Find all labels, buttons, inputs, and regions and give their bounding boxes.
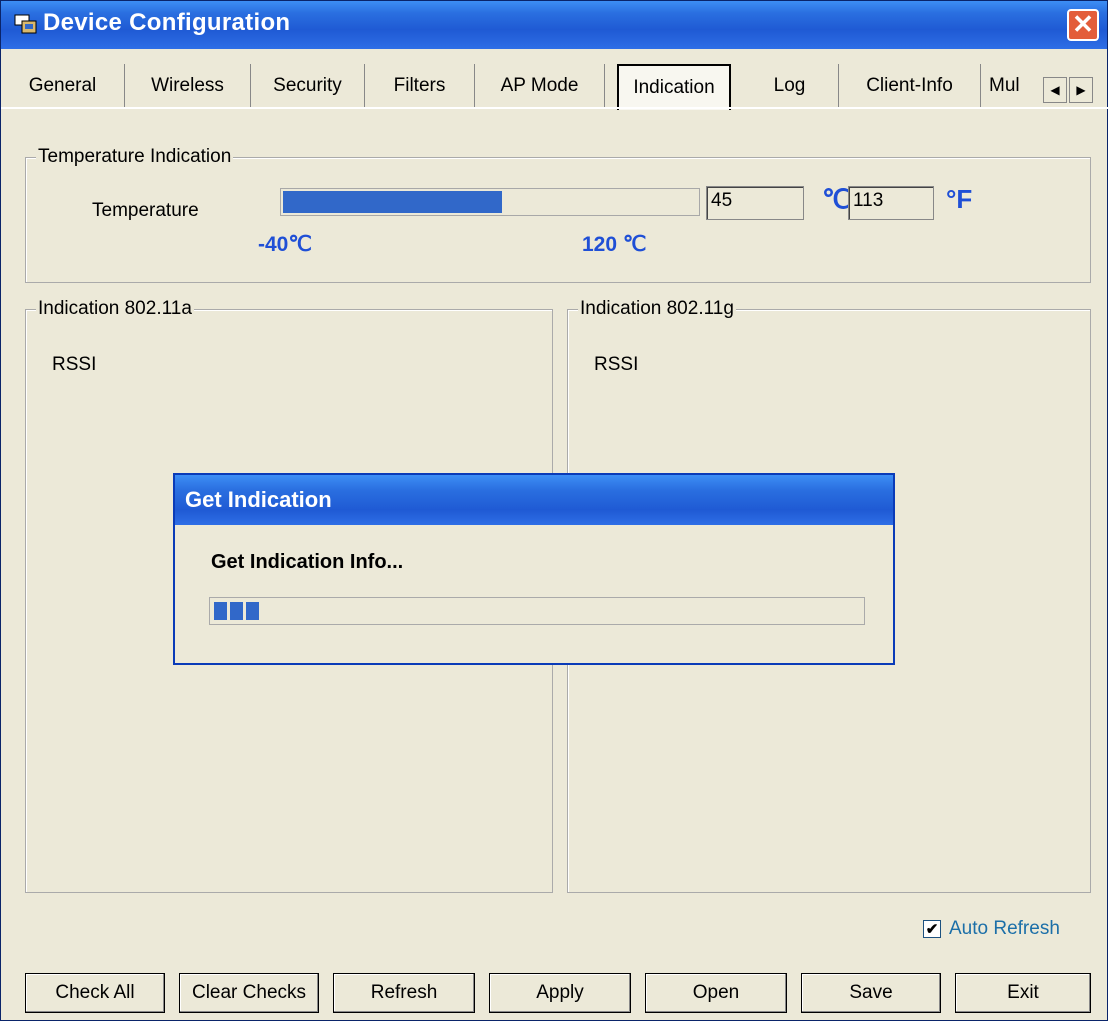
group-label: Indication 802.11g [578,298,736,320]
temperature-label: Temperature [92,200,199,221]
tab-multi[interactable]: Mul [981,64,1043,108]
open-button[interactable]: Open [645,973,787,1013]
dialog-body: Get Indication Info... [175,525,893,663]
dialog-title-bar: Get Indication [175,475,893,525]
arrow-right-icon: ▶ [1076,83,1086,97]
apply-button[interactable]: Apply [489,973,631,1013]
app-icon [14,14,37,34]
tab-indication[interactable]: Indication [617,64,731,110]
progress-segment [214,602,227,620]
progress-segment [230,602,243,620]
temperature-bar-fill [283,191,502,213]
check-all-button[interactable]: Check All [25,973,165,1013]
tab-scroll-left-button[interactable]: ◀ [1043,77,1067,103]
fahrenheit-field[interactable]: 113 [848,186,934,220]
tab-wireless[interactable]: Wireless [125,64,251,108]
tab-scroll-controls: ◀ ▶ [1043,77,1095,103]
dialog-message: Get Indication Info... [211,551,404,573]
close-icon: ✕ [1072,9,1094,39]
checkbox-checked-icon[interactable]: ✔ [923,920,941,938]
celsius-field[interactable]: 45 [706,186,804,220]
tab-general[interactable]: General [1,64,125,108]
dialog-progress-bar [209,597,865,625]
rssi-label: RSSI [594,354,639,375]
close-button[interactable]: ✕ [1067,9,1099,41]
tab-security[interactable]: Security [251,64,365,108]
tab-scroll-right-button[interactable]: ▶ [1069,77,1093,103]
group-label: Temperature Indication [36,146,234,168]
tab-log[interactable]: Log [741,64,839,108]
auto-refresh-checkbox[interactable]: ✔ Auto Refresh [923,918,1060,940]
exit-button[interactable]: Exit [955,973,1091,1013]
device-configuration-window: Device Configuration ✕ General Wireless … [0,0,1108,1021]
tab-client-info[interactable]: Client-Info [839,64,981,108]
refresh-button[interactable]: Refresh [333,973,475,1013]
tab-filters[interactable]: Filters [365,64,475,108]
temperature-bar [280,188,700,216]
temperature-max-label: 120 ℃ [582,233,647,256]
rssi-label: RSSI [52,354,97,375]
dialog-title: Get Indication [185,487,332,512]
get-indication-dialog: Get Indication Get Indication Info... [173,473,895,665]
tab-divider [1,107,1108,109]
temperature-indication-group: Temperature Indication Temperature -40℃ … [25,146,1091,283]
progress-segment [246,602,259,620]
clear-checks-button[interactable]: Clear Checks [179,973,319,1013]
tab-ap-mode[interactable]: AP Mode [475,64,605,108]
tab-strip: General Wireless Security Filters AP Mod… [1,64,1108,110]
arrow-left-icon: ◀ [1050,83,1060,97]
save-button[interactable]: Save [801,973,941,1013]
auto-refresh-label: Auto Refresh [949,918,1060,939]
group-label: Indication 802.11a [36,298,194,320]
window-title: Device Configuration [43,9,291,36]
fahrenheit-unit: °F [946,184,973,214]
temperature-min-label: -40℃ [258,233,312,256]
title-bar: Device Configuration ✕ [1,1,1107,49]
celsius-unit: ℃ [822,184,852,214]
